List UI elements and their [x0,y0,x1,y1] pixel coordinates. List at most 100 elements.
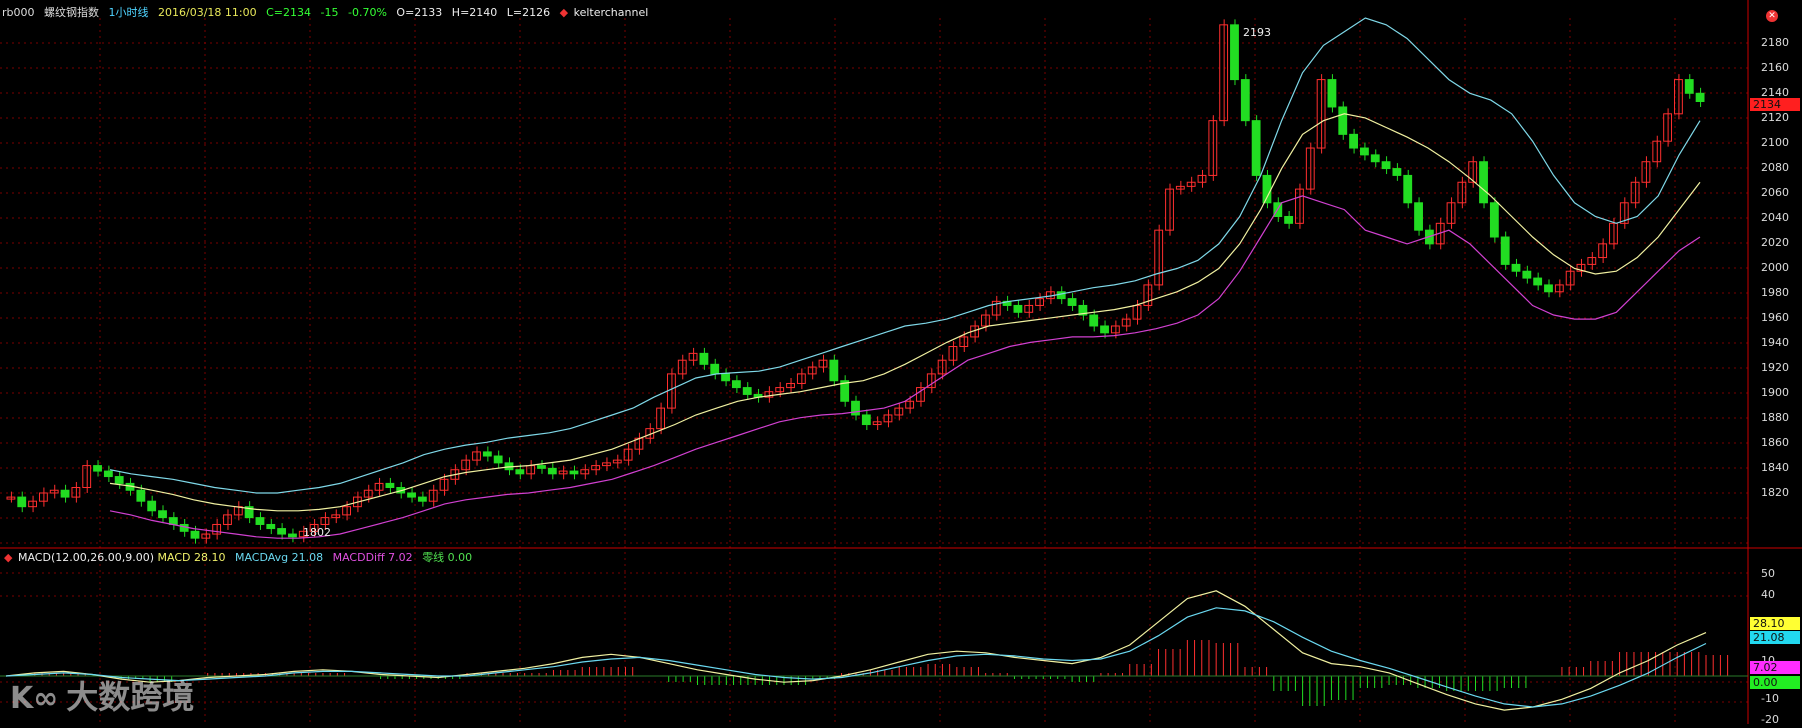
macd-avg-line [5,607,1707,708]
period: 1小时线 [108,6,149,19]
datetime: 2016/03/18 11:00 [158,6,257,19]
diamond-icon: ◆ [4,551,13,564]
price-tick: 1980 [1761,286,1789,299]
macd-header: ◆ MACD(12.00,26.00,9.00) MACD 28.10 MACD… [4,549,478,565]
diamond-icon: ◆ [559,6,569,19]
candle-body [482,451,492,457]
candle-body [1511,263,1521,272]
candle-body [417,496,427,502]
candle-body [1479,161,1488,204]
lower-band-line [109,195,1701,539]
candle-body [829,359,839,382]
candle-body [103,470,113,478]
high-value: H=2140 [451,6,498,19]
candle-body [569,470,579,475]
candle-body [1262,174,1272,204]
candle-body [1349,133,1359,149]
candle-body [1240,79,1250,122]
upper-band-line [109,17,1701,494]
candle-body [1522,270,1532,279]
watermark: K∞ 大数跨境 [10,672,194,718]
candle-body [1338,106,1348,135]
macd-avg: MACDAvg 21.08 [234,551,324,564]
candle-body [1587,257,1597,265]
candle-body [1392,168,1402,176]
macd-tick: 50 [1761,567,1775,580]
candle-body [547,467,557,475]
macd-value: MACD 28.10 [157,551,226,564]
candle-body [60,489,70,498]
price-tick: 2040 [1761,211,1789,224]
candle-body [1186,181,1196,187]
price-tick: 2160 [1761,61,1789,74]
candle-body [699,352,709,365]
candle-body [602,462,611,467]
candle-body [17,496,27,508]
candle-body [1056,291,1066,300]
candle-body [1403,174,1413,204]
candle-body [515,469,525,475]
kelter-channel-chart[interactable] [0,0,1802,728]
price-tick: 2100 [1761,136,1789,149]
candle-body [266,523,276,530]
price-tick: 2000 [1761,261,1789,274]
candle-body [288,533,297,538]
price-tick: 2120 [1761,111,1789,124]
candle-body [1067,298,1077,306]
instrument-name: 螺纹钢指数 [44,6,100,19]
avg-value-label: 21.08 [1750,631,1800,644]
macd-line [5,590,1707,711]
last-price-label: 2134 [1750,98,1800,111]
price-tick: 2180 [1761,36,1789,49]
candle-body [1100,325,1109,334]
macd-diff: MACDDiff 7.02 [332,551,413,564]
watermark-text: 大数跨境 [66,678,195,716]
price-tick: 2080 [1761,161,1789,174]
candle-body [168,517,178,525]
candle-body [710,363,720,375]
high-annotation: 2193 [1243,26,1271,39]
candle-body [1013,304,1023,313]
change-value: -15 [320,6,339,19]
price-tick: 1820 [1761,486,1789,499]
price-tick: 1940 [1761,336,1789,349]
candle-body [1489,202,1499,238]
candle-body [1360,147,1369,156]
close-icon[interactable]: ✕ [1766,10,1778,22]
price-tick: 1960 [1761,311,1789,324]
logo-icon: K∞ [10,681,59,716]
price-tick: 1860 [1761,436,1789,449]
symbol: rb000 [2,6,35,19]
candle-body [1316,79,1326,149]
candle-body [731,380,741,389]
candle-body [190,530,200,539]
candle-body [385,482,395,489]
price-tick: 1920 [1761,361,1789,374]
candle-body [93,465,102,472]
open-value: O=2133 [396,6,443,19]
indicator-name: kelterchannel [573,6,649,19]
candle-body [1684,79,1694,94]
close-value: C=2134 [266,6,312,19]
candle-body [1251,120,1261,176]
candle-body [1533,277,1543,286]
price-tick: 2060 [1761,186,1789,199]
candle-body [147,500,157,512]
candle-body [807,366,817,375]
candle-body [721,373,730,382]
middle-band-line [109,113,1701,512]
candle-body [1327,79,1337,108]
candle-body [363,489,373,498]
candle-body [1284,215,1294,224]
low-annotation: 1802 [303,526,331,539]
candle-body [1230,24,1239,81]
macd-params: MACD(12.00,26.00,9.00) [17,551,154,564]
candle-body [1544,284,1553,293]
candle-body [1089,314,1099,327]
macd-tick: -10 [1761,692,1779,705]
candle-body [1370,154,1380,163]
low-value: L=2126 [506,6,551,19]
price-tick: 2020 [1761,236,1789,249]
diff-value-label: 7.02 [1750,661,1800,674]
candle-body [851,400,860,416]
